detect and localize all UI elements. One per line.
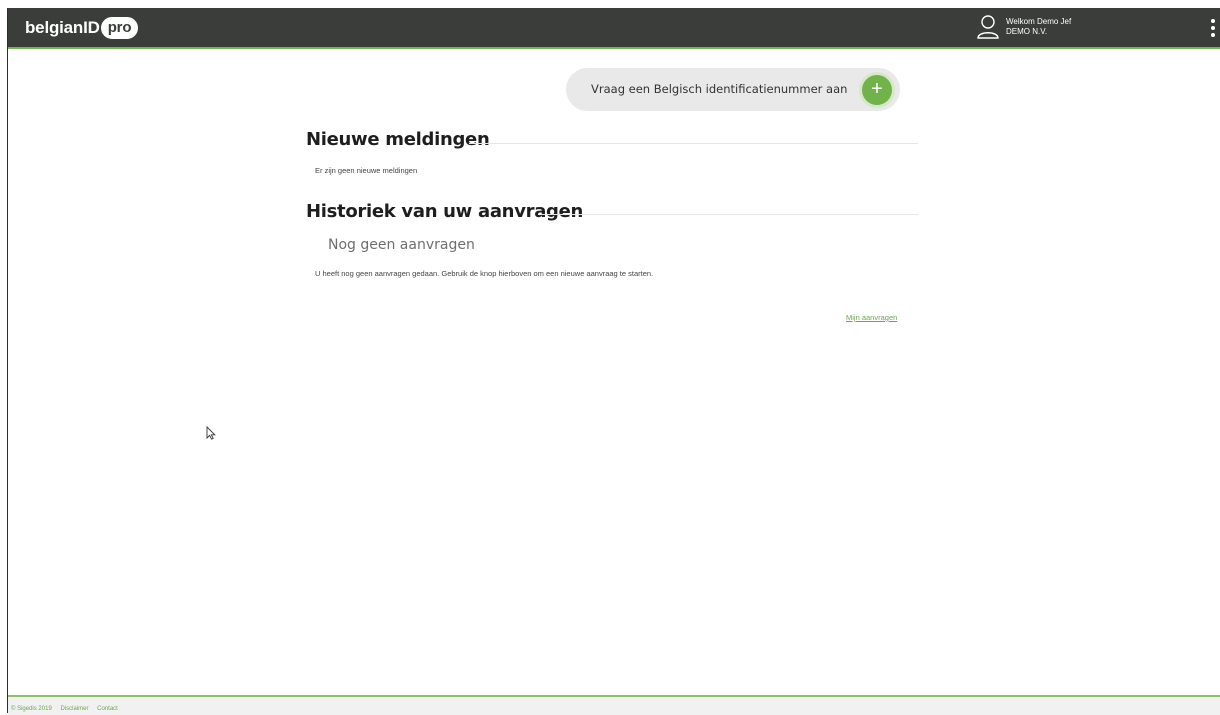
user-icon xyxy=(977,15,999,39)
notifications-empty-text: Er zijn geen nieuwe meldingen xyxy=(315,166,418,175)
notifications-title: Nieuwe meldingen xyxy=(306,129,490,150)
footer-disclaimer-link[interactable]: Disclaimer xyxy=(60,706,88,712)
user-company: DEMO N.V. xyxy=(1006,27,1048,36)
user-menu[interactable]: Welkom Demo Jef DEMO N.V. xyxy=(976,14,1071,40)
more-options-icon[interactable] xyxy=(1211,19,1215,37)
kebab-dot xyxy=(1211,19,1215,23)
history-divider xyxy=(538,214,918,215)
kebab-dot xyxy=(1211,26,1215,30)
footer-contact-link[interactable]: Contact xyxy=(97,706,118,712)
logo-text: belgianID xyxy=(25,18,100,37)
footer-copyright: © Sigedis 2019 xyxy=(11,706,52,712)
notifications-divider xyxy=(469,143,918,144)
logo-badge: pro xyxy=(100,17,139,39)
plus-icon[interactable]: + xyxy=(862,75,892,105)
mouse-cursor-icon xyxy=(206,426,216,440)
request-id-button[interactable]: Vraag een Belgisch identificatienummer a… xyxy=(566,68,900,111)
history-title: Historiek van uw aanvragen xyxy=(306,201,584,222)
kebab-dot xyxy=(1211,33,1215,37)
request-id-label: Vraag een Belgisch identificatienummer a… xyxy=(591,82,848,96)
top-bar: belgianID pro Welkom Demo Jef DEMO N.V. xyxy=(8,8,1220,49)
history-empty-title: Nog geen aanvragen xyxy=(328,237,475,253)
my-requests-link[interactable]: Mijn aanvragen xyxy=(846,313,897,322)
app-frame: belgianID pro Welkom Demo Jef DEMO N.V. … xyxy=(7,8,1220,715)
logo[interactable]: belgianID pro xyxy=(25,17,139,39)
footer: © Sigedis 2019 Disclaimer Contact xyxy=(8,695,1220,715)
user-greeting: Welkom Demo Jef xyxy=(1006,17,1072,26)
history-empty-text: U heeft nog geen aanvragen gedaan. Gebru… xyxy=(315,269,654,278)
